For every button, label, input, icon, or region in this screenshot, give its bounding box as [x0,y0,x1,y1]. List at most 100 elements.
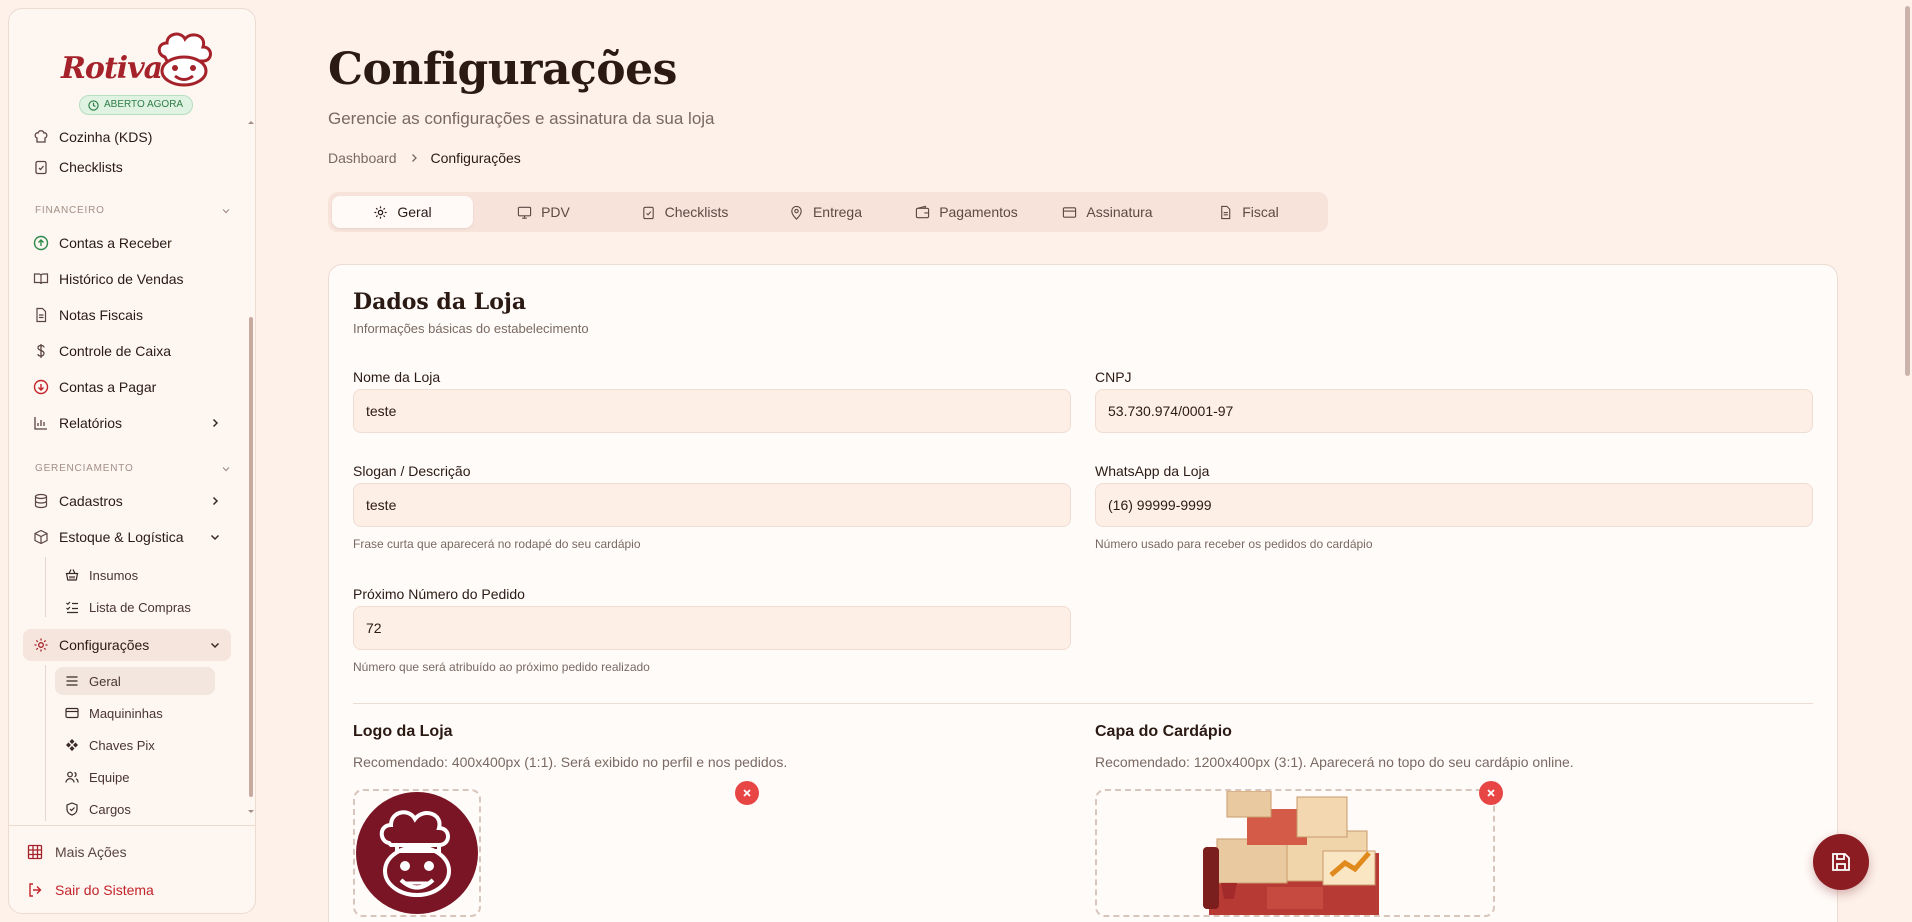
sidebar-subitem-label: Equipe [89,769,130,785]
scroll-down-icon[interactable] [247,809,255,815]
sidebar-item-label: Cozinha (KDS) [59,129,153,145]
shield-icon [66,802,78,816]
page-scrollbar-thumb[interactable] [1905,6,1910,376]
sidebar-item-label: Notas Fiscais [59,307,144,323]
section-gerenciamento[interactable]: GERENCIAMENTO [35,463,231,474]
scroll-up-icon[interactable] [247,119,255,125]
tab-geral[interactable]: Geral [332,196,473,228]
breadcrumb: Dashboard Configurações [328,150,521,166]
store-data-card: Dados da Loja Informações básicas do est… [328,264,1838,922]
cover-image [1203,791,1379,915]
slogan-input[interactable]: teste [353,483,1071,527]
cover-dropzone[interactable] [1095,789,1495,917]
sidebar-subitem-maquininhas[interactable]: Maquininhas [55,699,215,727]
chevron-down-icon [210,642,220,649]
section-divider [353,703,1813,704]
sidebar-scrollbar-thumb[interactable] [249,317,253,797]
basket-icon [65,569,79,581]
submenu-guide [45,557,46,617]
next-order-input[interactable]: 72 [353,606,1071,650]
cnpj-input[interactable]: 53.730.974/0001-97 [1095,389,1813,433]
clock-icon [88,99,99,111]
logo-title: Logo da Loja [353,723,453,740]
tab-label: Fiscal [1242,204,1279,220]
close-icon [743,789,751,797]
bar-chart-icon [34,417,47,430]
save-button[interactable] [1813,834,1869,890]
store-logo-image [356,792,478,914]
sidebar-item-historico-vendas[interactable]: Histórico de Vendas [23,263,231,295]
sidebar-item-contas-pagar[interactable]: Contas a Pagar [23,371,231,403]
chevron-down-icon [222,208,230,213]
submenu-guide [45,665,46,821]
sidebar-subitem-geral[interactable]: Geral [55,667,215,695]
section-label: GERENCIAMENTO [35,463,134,474]
sidebar-item-label: Controle de Caixa [59,343,172,359]
sidebar-subitem-insumos[interactable]: Insumos [55,561,215,589]
whatsapp-input[interactable]: (16) 99999-9999 [1095,483,1813,527]
sidebar-item-notas-fiscais[interactable]: Notas Fiscais [23,299,231,331]
settings-tabs: Geral PDV Checklists Entrega Pagamentos … [328,192,1328,232]
users-icon [65,771,79,783]
sidebar-subitem-label: Geral [89,673,121,689]
gear-icon [34,638,48,652]
sidebar-subitem-equipe[interactable]: Equipe [55,763,215,791]
store-name-label: Nome da Loja [353,369,441,385]
card-subtitle: Informações básicas do estabelecimento [353,321,589,336]
file-text-icon [1221,205,1231,219]
sidebar-item-label: Relatórios [59,415,123,431]
remove-cover-button[interactable] [1479,781,1503,805]
tab-label: Entrega [812,204,863,220]
map-pin-icon [791,205,802,220]
status-badge: ABERTO AGORA [79,95,194,115]
tab-label: PDV [541,204,570,220]
more-actions-button[interactable]: Mais Ações [27,844,127,860]
breadcrumb-dashboard[interactable]: Dashboard [328,150,397,166]
sidebar-item-controle-caixa[interactable]: Controle de Caixa [23,335,231,367]
chef-mascot-icon [157,32,212,87]
credit-card-icon [1063,206,1077,218]
sidebar-subitem-label: Insumos [89,567,139,583]
tab-fiscal[interactable]: Fiscal [1178,196,1319,228]
sidebar-item-relatorios[interactable]: Relatórios [23,407,231,439]
section-financeiro[interactable]: FINANCEIRO [35,205,231,216]
remove-logo-button[interactable] [735,781,759,805]
sidebar-item-checklists[interactable]: Checklists [23,151,231,183]
sidebar-item-estoque[interactable]: Estoque & Logística [23,521,231,553]
sidebar-item-label: Contas a Receber [59,235,172,251]
tab-pdv[interactable]: PDV [473,196,614,228]
logout-button[interactable]: Sair do Sistema [27,882,154,898]
sidebar-item-cadastros[interactable]: Cadastros [23,485,231,517]
logo-dropzone[interactable] [353,789,481,917]
sidebar: Rotiva ABERTO AGORA Cozinha (KDS) Checkl… [8,8,256,914]
save-icon [1832,853,1850,871]
cnpj-label: CNPJ [1095,369,1132,385]
chevron-down-icon [210,534,220,541]
menu-icon [66,676,78,686]
page-title: Configurações [328,44,677,95]
tab-pagamentos[interactable]: Pagamentos [896,196,1037,228]
tab-label: Checklists [664,204,729,220]
file-text-icon [36,307,47,323]
cover-subtitle: Recomendado: 1200x400px (3:1). Aparecerá… [1095,754,1574,770]
sidebar-item-label: Cadastros [59,493,123,509]
sidebar-item-contas-receber[interactable]: Contas a Receber [23,227,231,259]
sidebar-subitem-chaves-pix[interactable]: Chaves Pix [55,731,215,759]
chef-hat-icon [34,130,48,143]
chevron-right-icon [212,496,219,506]
pix-icon [66,739,78,751]
store-name-input[interactable]: teste [353,389,1071,433]
sidebar-item-configuracoes[interactable]: Configurações [23,629,231,661]
chevron-right-icon [411,154,417,162]
sidebar-footer: Mais Ações Sair do Sistema [9,825,255,913]
sidebar-subitem-cargos[interactable]: Cargos [55,795,215,823]
tab-checklists[interactable]: Checklists [614,196,755,228]
sidebar-subitem-lista-compras[interactable]: Lista de Compras [55,593,215,621]
cover-title: Capa do Cardápio [1095,723,1232,740]
tab-entrega[interactable]: Entrega [755,196,896,228]
brand-name: Rotiva [61,51,163,86]
tab-assinatura[interactable]: Assinatura [1037,196,1178,228]
sidebar-subitem-label: Maquininhas [89,705,163,721]
sidebar-item-cozinha[interactable]: Cozinha (KDS) [23,121,231,153]
brand-logo[interactable]: Rotiva ABERTO AGORA [9,25,255,119]
